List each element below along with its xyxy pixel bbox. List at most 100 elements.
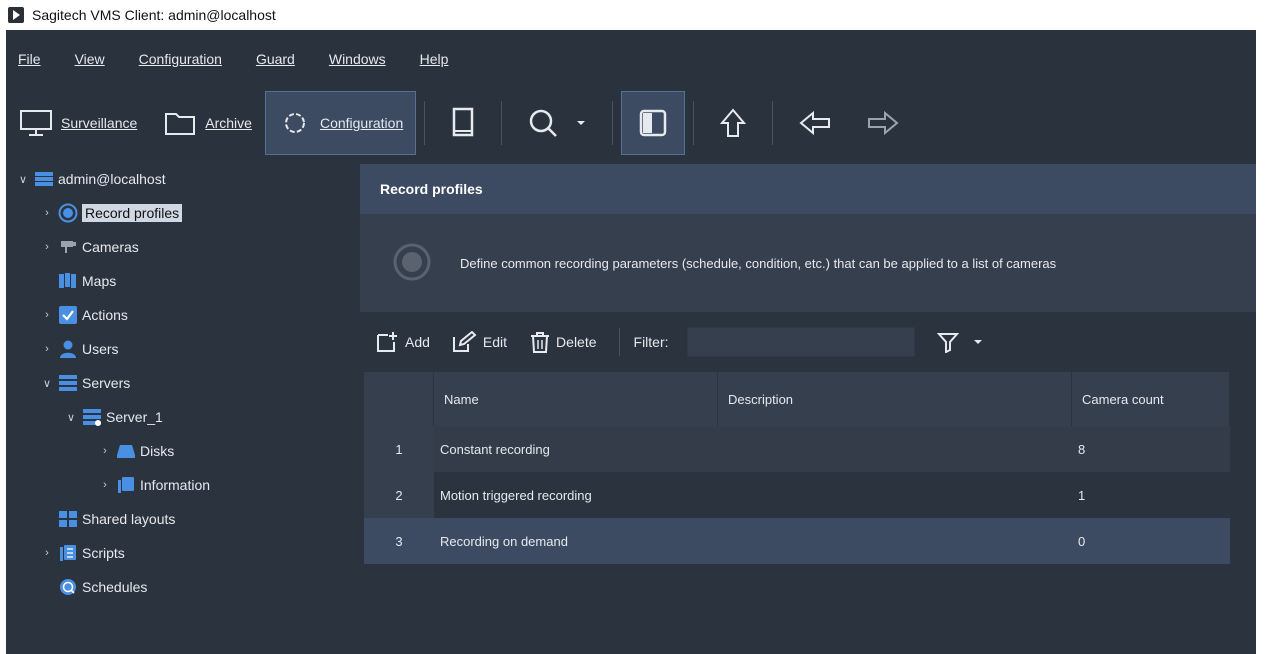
book-button[interactable] [433,91,493,155]
tree-item-maps[interactable]: Maps [54,267,116,295]
toolbar-separator [693,101,695,145]
delete-button[interactable]: Delete [529,331,597,353]
menu-view[interactable]: View [75,51,105,67]
menu-windows[interactable]: Windows [329,51,386,67]
record-profile-icon [392,242,432,285]
chevron-right-icon[interactable]: › [40,207,54,219]
search-icon [529,109,558,137]
list-toolbar: Add Edit Delete Filter: [360,312,1256,372]
tree-item-scripts[interactable]: › Scripts [40,539,125,567]
edit-button[interactable]: Edit [452,331,507,353]
chevron-down-icon[interactable]: ∨ [40,377,54,390]
disk-icon [116,442,136,460]
cell-camera-count: 1 [1072,472,1230,518]
book-icon [452,107,474,137]
configuration-button[interactable]: Configuration [264,91,417,155]
menu-bar: File View Configuration Guard Windows He… [6,30,1256,87]
monitor-icon [20,110,52,136]
filter-label: Filter: [633,334,669,350]
cell-camera-count: 0 [1072,518,1230,564]
tree-item-actions[interactable]: › Actions [40,301,128,329]
edit-icon [452,331,477,352]
arrow-right-icon [868,110,899,136]
chevron-right-icon[interactable]: › [40,343,54,355]
folder-icon [165,113,196,135]
layout-icon [58,510,78,528]
chevron-right-icon[interactable]: › [40,309,54,321]
window-title: Sagitech VMS Client: admin@localhost [32,7,276,23]
table-row[interactable]: 2 Motion triggered recording 1 [364,472,1230,518]
page-title: Record profiles [380,181,483,197]
column-header-name[interactable]: Name [434,372,718,426]
up-button[interactable] [702,91,764,155]
cell-description [718,472,1072,518]
camera-icon [58,238,78,256]
column-header-description[interactable]: Description [718,372,1072,426]
add-button[interactable]: Add [376,331,430,353]
map-icon [58,272,78,290]
record-icon [58,203,78,223]
tree-item-schedules[interactable]: Schedules [54,573,147,601]
archive-button[interactable]: Archive [150,91,265,155]
chevron-down-icon [973,340,982,344]
panel-toggle-button[interactable] [621,91,686,155]
row-number: 3 [364,518,434,564]
filter-input[interactable] [686,327,915,357]
description-text: Define common recording parameters (sche… [460,255,1057,271]
toolbar-separator [772,101,774,145]
menu-guard[interactable]: Guard [256,51,295,67]
toolbar-separator [612,101,614,145]
servers-icon [58,374,78,392]
chevron-down-icon [577,121,586,125]
title-bar: Sagitech VMS Client: admin@localhost [0,0,1270,30]
back-button[interactable] [781,91,849,155]
tree-item-disks[interactable]: › Disks [98,437,174,465]
menu-file[interactable]: File [18,51,41,67]
cell-name: Recording on demand [434,518,718,564]
app-logo-icon [8,7,24,23]
chevron-right-icon[interactable]: › [40,547,54,559]
menu-help[interactable]: Help [420,51,449,67]
table-row[interactable]: 3 Recording on demand 0 [364,518,1230,564]
chevron-right-icon[interactable]: › [40,241,54,253]
arrow-left-icon [799,110,831,136]
row-number-header [364,372,434,426]
navigation-tree: ∨ admin@localhost › Record profiles › Ca… [6,159,360,654]
search-button[interactable] [510,91,604,155]
user-icon [58,340,78,358]
forward-button[interactable] [849,91,917,155]
trash-icon [531,332,550,353]
column-header-camera-count[interactable]: Camera count [1072,372,1230,426]
cell-name: Constant recording [434,426,718,472]
schedule-icon [58,578,78,596]
filter-dropdown-button[interactable] [936,331,989,353]
table-row[interactable]: 1 Constant recording 8 [364,426,1230,472]
gear-icon [284,113,305,133]
row-number: 1 [364,426,434,472]
tree-item-users[interactable]: › Users [40,335,119,363]
toolbar-separator [618,328,620,356]
cell-name: Motion triggered recording [434,472,718,518]
surveillance-button[interactable]: Surveillance [6,91,150,155]
tree-item-cameras[interactable]: › Cameras [40,233,139,261]
row-number: 2 [364,472,434,518]
toolbar-separator [501,101,503,145]
script-icon [58,544,78,562]
cell-description [718,426,1072,472]
tree-item-record-profiles[interactable]: › Record profiles [40,199,183,227]
chevron-right-icon[interactable]: › [98,445,112,457]
checkbox-icon [58,306,78,324]
tree-item-servers[interactable]: ∨ Servers [40,369,130,397]
cell-camera-count: 8 [1072,426,1230,472]
tree-item-information[interactable]: › Information [98,471,210,499]
tree-item-server-1[interactable]: ∨ Server_1 [64,403,163,431]
main-toolbar: Surveillance Archive Configuration [6,87,1256,159]
menu-configuration[interactable]: Configuration [139,51,222,67]
chevron-down-icon[interactable]: ∨ [16,173,30,186]
tree-root[interactable]: ∨ admin@localhost [16,165,166,193]
tree-item-shared-layouts[interactable]: Shared layouts [54,505,175,533]
chevron-right-icon[interactable]: › [98,479,112,491]
toolbar-separator [424,101,426,145]
server-icon [82,408,102,426]
chevron-down-icon[interactable]: ∨ [64,411,78,424]
